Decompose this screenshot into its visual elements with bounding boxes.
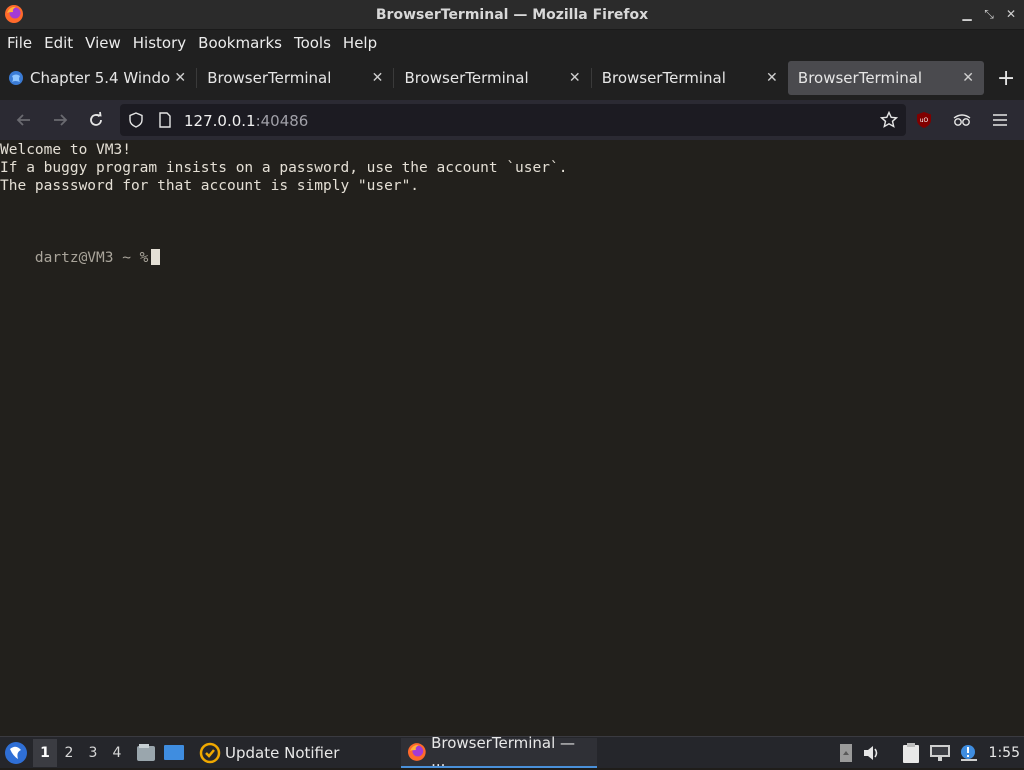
taskbar-task-label: BrowserTerminal — ... [431,733,576,770]
glasses-icon [953,114,971,126]
tab-browserterminal-3[interactable]: BrowserTerminal ✕ [592,61,788,95]
page-icon[interactable] [158,112,172,128]
taskbar: 1 2 3 4 Update Notifier BrowserTerminal … [0,734,1024,770]
bookmark-star-icon[interactable] [880,111,898,129]
arrow-right-icon [54,114,68,126]
file-manager-icon[interactable] [135,743,157,763]
terminal-prompt: dartz@VM3 ~ % [34,250,149,266]
tab-browserterminal-1[interactable]: BrowserTerminal ✕ [197,61,393,95]
terminal-output[interactable]: Welcome to VM3! If a buggy program insis… [0,140,1024,736]
tab-chapter[interactable]: Chapter 5.4 Windo ✕ [0,61,196,95]
ublock-icon: uO [917,112,931,128]
menu-tools[interactable]: Tools [289,34,336,52]
window-title: BrowserTerminal — Mozilla Firefox [375,6,649,23]
terminal-prompt-line[interactable]: dartz@VM3 ~ % [0,231,1024,285]
tab-browserterminal-active[interactable]: BrowserTerminal ✕ [787,61,985,95]
ublock-button[interactable]: uO [906,104,942,136]
taskbar-task-label: Update Notifier [225,743,340,762]
hamburger-menu-icon [993,114,1007,126]
arrow-left-icon [16,114,30,126]
menu-file[interactable]: File [2,34,37,52]
reload-icon [90,111,102,126]
scroll-indicator-icon[interactable] [839,743,853,763]
tab-close-icon[interactable]: ✕ [172,70,188,86]
tab-close-icon[interactable]: ✕ [764,70,780,86]
menu-edit[interactable]: Edit [39,34,78,52]
shield-icon[interactable] [128,112,144,128]
workspace-1[interactable]: 1 [33,738,57,767]
menu-help[interactable]: Help [338,34,382,52]
tab-label: BrowserTerminal [207,69,332,87]
taskbar-task-update-notifier[interactable]: Update Notifier [193,738,345,768]
url-host: 127.0.0.1 [184,111,256,130]
minimize-icon[interactable]: ▁ [960,6,974,22]
restore-icon[interactable]: ⤡ [982,6,996,22]
window-titlebar: BrowserTerminal — Mozilla Firefox ▁ ⤡ ✕ [0,0,1024,30]
workspace-2[interactable]: 2 [57,745,81,761]
start-menu-icon[interactable] [3,740,29,766]
update-notifier-icon [199,742,221,763]
clipboard-icon[interactable] [901,742,921,764]
privacy-extension-button[interactable] [944,104,980,136]
menu-bookmarks[interactable]: Bookmarks [193,34,287,52]
menu-history[interactable]: History [128,34,191,52]
forward-button[interactable] [42,104,78,136]
menu-bar: File Edit View History Bookmarks Tools H… [0,30,1024,56]
url-port: :40486 [255,111,309,130]
workspace-4[interactable]: 4 [105,745,129,761]
new-tab-button[interactable]: + [988,66,1024,91]
back-button[interactable] [6,104,42,136]
app-menu-button[interactable] [982,104,1018,136]
globe-icon [9,71,23,85]
tab-close-icon[interactable]: ✕ [960,70,976,86]
reload-button[interactable] [78,104,114,136]
svg-text:uO: uO [920,117,929,124]
tab-label: BrowserTerminal [404,69,529,87]
terminal-line: The passsword for that account is simply… [0,178,420,194]
notification-icon[interactable] [959,743,979,763]
volume-icon[interactable] [861,743,881,763]
tab-close-icon[interactable]: ✕ [369,70,385,86]
url-bar[interactable]: 127.0.0.1:40486 [120,104,906,136]
terminal-line: If a buggy program insists on a password… [0,160,568,176]
firefox-icon [5,5,23,23]
tab-label: BrowserTerminal [797,69,923,87]
tab-label: BrowserTerminal [601,69,726,87]
network-icon[interactable] [929,743,951,763]
tab-browserterminal-2[interactable]: BrowserTerminal ✕ [394,61,590,95]
taskbar-task-browserterminal[interactable]: BrowserTerminal — ... [401,734,598,770]
taskbar-clock[interactable]: 1:55 [989,745,1020,761]
tab-bar: Chapter 5.4 Windo ✕ BrowserTerminal ✕ Br… [0,56,1024,100]
url-text[interactable]: 127.0.0.1:40486 [184,111,308,130]
desktop-icon[interactable] [163,743,185,763]
navigation-bar: 127.0.0.1:40486 uO [0,100,1024,140]
workspace-3[interactable]: 3 [81,745,105,761]
terminal-line: Welcome to VM3! [0,142,131,158]
tab-close-icon[interactable]: ✕ [567,70,583,86]
close-icon[interactable]: ✕ [1004,6,1018,22]
terminal-cursor [151,249,161,265]
system-tray: 1:55 [839,737,1020,769]
tab-label: Chapter 5.4 Windo [30,69,171,87]
menu-view[interactable]: View [80,34,126,52]
firefox-icon [408,742,427,761]
